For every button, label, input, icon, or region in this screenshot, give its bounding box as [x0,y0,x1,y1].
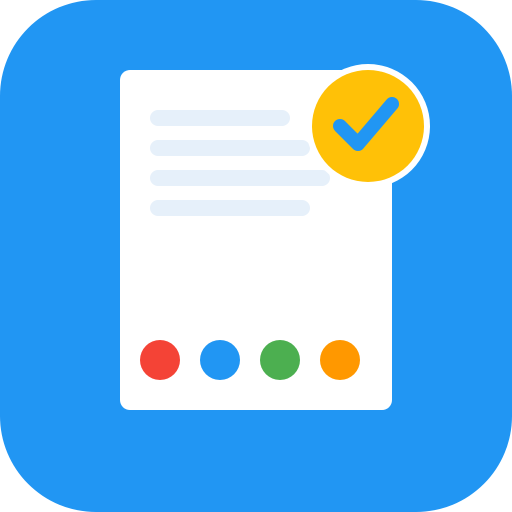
check-badge [306,64,430,188]
text-line [150,170,330,186]
green-dot [260,340,300,380]
text-line [150,140,310,156]
red-dot [140,340,180,380]
app-icon [0,0,512,512]
blue-dot [200,340,240,380]
text-line [150,110,290,126]
app-icon-graphic [0,0,512,512]
orange-dot [320,340,360,380]
text-line [150,200,310,216]
